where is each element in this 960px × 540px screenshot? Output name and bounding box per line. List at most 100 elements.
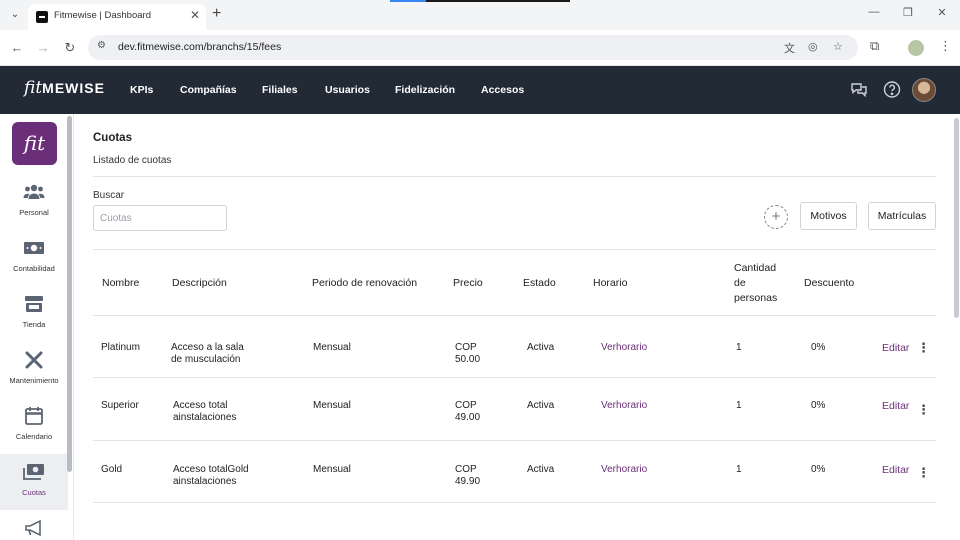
- new-tab-plus-icon[interactable]: +: [212, 5, 221, 23]
- divider: [93, 249, 936, 250]
- sidebar-item-megaphone[interactable]: [0, 510, 68, 540]
- cell-estado: Activa: [527, 342, 555, 353]
- cell-descripcion: Acceso totalGold ainstalaciones: [173, 464, 249, 487]
- cell-periodo: Mensual: [313, 464, 351, 475]
- page-scrollbar[interactable]: [954, 118, 959, 318]
- cell-periodo: Mensual: [313, 342, 351, 353]
- calendar-icon: [23, 406, 45, 426]
- cell-cantidad: 1: [736, 400, 742, 411]
- tab-list-chevron-icon[interactable]: ⌄: [8, 8, 22, 22]
- sidebar-item-cuotas[interactable]: Cuotas: [0, 454, 68, 510]
- cell-descripcion: Acceso a la sala de musculación: [171, 342, 244, 365]
- translate-icon[interactable]: 文: [784, 40, 795, 56]
- cell-descuento: 0%: [811, 464, 826, 475]
- nav-kpis[interactable]: KPIs: [130, 84, 153, 96]
- bookmark-star-icon[interactable]: ☆: [833, 40, 843, 53]
- cell-nombre: Superior: [101, 400, 139, 411]
- cell-precio: COP 49.90: [455, 464, 481, 487]
- sidebar-item-contabilidad[interactable]: Contabilidad: [0, 230, 68, 286]
- cell-descuento: 0%: [811, 400, 826, 411]
- people-icon: [23, 182, 45, 202]
- add-fee-button[interactable]: +: [764, 205, 788, 229]
- sidebar-item-label: Tienda: [22, 320, 46, 329]
- browser-tab[interactable]: Fitmewise | Dashboard ✕: [28, 4, 206, 30]
- cash-icon: [23, 462, 45, 482]
- browser-tab-bar: ⌄ Fitmewise | Dashboard ✕ + — ❐ ✕: [0, 0, 960, 30]
- extensions-icon[interactable]: ⧉: [870, 38, 879, 54]
- col-descripcion[interactable]: Descripción: [172, 276, 227, 291]
- ver-horario-link[interactable]: Verhorario: [601, 400, 647, 412]
- col-descuento[interactable]: Descuento: [804, 276, 854, 291]
- browser-menu-icon[interactable]: ⋮: [939, 38, 952, 54]
- col-nombre[interactable]: Nombre: [102, 276, 139, 291]
- cell-descuento: 0%: [811, 342, 826, 353]
- cell-descripcion: Acceso total ainstalaciones: [173, 400, 237, 423]
- ver-horario-link[interactable]: Verhorario: [601, 464, 647, 476]
- sidebar-item-label: Calendario: [15, 432, 53, 441]
- sidebar-item-label: Mantenimiento: [9, 376, 59, 385]
- favicon-icon: [36, 11, 48, 23]
- divider: [93, 315, 936, 316]
- search-input[interactable]: [93, 205, 227, 231]
- cell-precio: COP 50.00: [455, 342, 481, 365]
- tab-close-icon[interactable]: ✕: [190, 8, 200, 22]
- nav-companias[interactable]: Compañías: [180, 84, 237, 96]
- divider: [93, 440, 936, 441]
- minimize-icon[interactable]: —: [866, 6, 882, 18]
- col-precio[interactable]: Precio: [453, 276, 483, 291]
- sidebar-item-mantenimiento[interactable]: Mantenimiento: [0, 342, 68, 398]
- site-info-icon[interactable]: ⚙: [97, 40, 106, 51]
- page-subtitle: Listado de cuotas: [93, 155, 172, 166]
- motivos-button[interactable]: Motivos: [800, 202, 857, 230]
- tab-title: Fitmewise | Dashboard: [54, 10, 151, 21]
- browser-toolbar: ← → ↻ ⚙ dev.fitmewise.com/branchs/15/fee…: [0, 30, 960, 66]
- sidebar-fit-logo[interactable]: fit: [12, 122, 57, 165]
- nav-filiales[interactable]: Filiales: [262, 84, 298, 96]
- profile-avatar[interactable]: [908, 40, 924, 56]
- fitmewise-logo[interactable]: fitMEWISE: [24, 78, 105, 98]
- edit-link[interactable]: Editar: [882, 464, 909, 476]
- cell-estado: Activa: [527, 400, 555, 411]
- url-text[interactable]: dev.fitmewise.com/branchs/15/fees: [118, 41, 281, 53]
- reload-icon[interactable]: ↻: [62, 40, 78, 56]
- forward-arrow-icon[interactable]: →: [35, 40, 51, 55]
- cell-periodo: Mensual: [313, 400, 351, 411]
- sidebar-item-calendario[interactable]: Calendario: [0, 398, 68, 454]
- nav-fidelizacion[interactable]: Fidelización: [395, 84, 455, 96]
- address-bar[interactable]: ⚙ dev.fitmewise.com/branchs/15/fees 文 ◎ …: [88, 35, 858, 60]
- sidebar-item-personal[interactable]: Personal: [0, 174, 68, 230]
- col-estado[interactable]: Estado: [523, 276, 556, 291]
- sidebar-scrollbar[interactable]: [67, 116, 72, 472]
- sidebar-item-label: Personal: [19, 208, 49, 217]
- edit-link[interactable]: Editar: [882, 342, 909, 354]
- restore-icon[interactable]: ❐: [900, 6, 916, 19]
- edit-link[interactable]: Editar: [882, 400, 909, 412]
- back-arrow-icon[interactable]: ←: [9, 40, 25, 55]
- cell-cantidad: 1: [736, 464, 742, 475]
- help-icon[interactable]: [882, 80, 902, 100]
- chat-icon[interactable]: [849, 80, 869, 100]
- ver-horario-link[interactable]: Verhorario: [601, 342, 647, 354]
- sidebar-item-label: Cuotas: [22, 488, 46, 497]
- col-periodo[interactable]: Periodo de renovación: [312, 276, 417, 291]
- cell-cantidad: 1: [736, 342, 742, 353]
- sidebar-item-tienda[interactable]: Tienda: [0, 286, 68, 342]
- user-avatar[interactable]: [912, 78, 936, 102]
- sidebar-item-label: Contabilidad: [13, 264, 55, 273]
- col-horario[interactable]: Horario: [593, 276, 627, 291]
- window-close-icon[interactable]: ✕: [934, 6, 950, 19]
- nav-accesos[interactable]: Accesos: [481, 84, 524, 96]
- page-loading-bar: [390, 0, 570, 2]
- row-kebab-icon[interactable]: ⋮: [917, 403, 930, 416]
- divider: [93, 176, 936, 177]
- eye-off-icon[interactable]: ◎: [808, 40, 818, 53]
- col-cantidad[interactable]: Cantidad de personas: [734, 261, 777, 306]
- row-kebab-icon[interactable]: ⋮: [917, 466, 930, 479]
- tools-icon: [23, 350, 45, 370]
- nav-usuarios[interactable]: Usuarios: [325, 84, 370, 96]
- divider: [93, 502, 936, 503]
- matriculas-button[interactable]: Matrículas: [868, 202, 936, 230]
- row-kebab-icon[interactable]: ⋮: [917, 341, 930, 354]
- store-icon: [23, 294, 45, 314]
- sidebar: fit Personal Contabilidad Tienda Manteni…: [0, 114, 74, 540]
